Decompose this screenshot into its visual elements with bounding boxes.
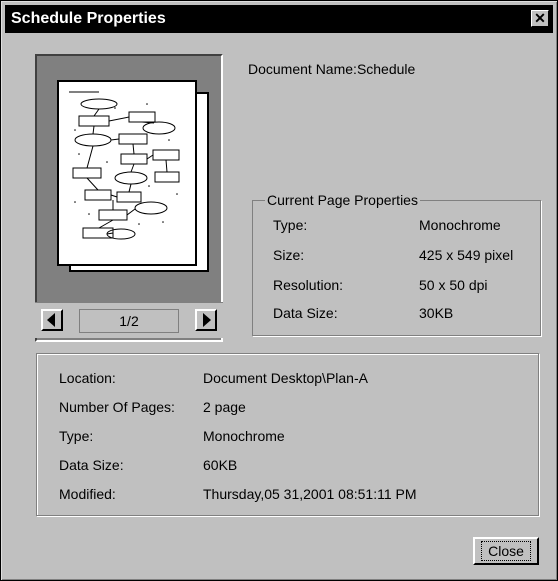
type-value: Monochrome <box>203 428 285 444</box>
number-of-pages-label: Number Of Pages: <box>59 399 175 415</box>
close-button[interactable]: Close <box>473 537 539 565</box>
current-resolution-label: Resolution: <box>273 277 344 293</box>
current-size-label: Size: <box>273 247 305 263</box>
page-indicator: 1/2 <box>79 309 179 333</box>
document-name-label: Document Name: <box>248 61 357 77</box>
triangle-left-icon <box>47 313 55 327</box>
previous-page-button[interactable] <box>41 309 63 331</box>
data-size-label: Data Size: <box>59 457 124 473</box>
close-icon[interactable]: ✕ <box>531 10 549 27</box>
triangle-right-icon <box>203 313 211 327</box>
current-page-properties-legend: Current Page Properties <box>265 192 420 208</box>
close-button-label: Close <box>481 541 531 561</box>
modified-label: Modified: <box>59 486 116 502</box>
current-page-properties-group: Current Page Properties Type: Monochrome… <box>252 192 541 336</box>
current-resolution-value: 50 x 50 dpi <box>419 277 488 293</box>
properties-dialog: Schedule Properties ✕ Document Name:Sche… <box>0 0 558 581</box>
document-name-value: Schedule <box>356 61 416 77</box>
current-data-size-value: 30KB <box>419 305 454 321</box>
title-bar[interactable]: Schedule Properties ✕ <box>5 5 553 33</box>
flowchart-thumbnail-icon <box>69 91 180 240</box>
current-data-size-label: Data Size: <box>273 305 338 321</box>
page-thumbnail[interactable] <box>57 80 197 266</box>
data-size-value: 60KB <box>203 457 238 473</box>
location-value: Document Desktop\Plan-A <box>203 370 368 386</box>
current-type-label: Type: <box>273 217 308 233</box>
modified-value: Thursday,05 31,2001 08:51:11 PM <box>203 486 417 502</box>
page-navigation: 1/2 <box>35 302 223 338</box>
next-page-button[interactable] <box>195 309 217 331</box>
page-preview-panel <box>35 54 223 342</box>
location-label: Location: <box>59 370 116 386</box>
current-size-value: 425 x 549 pixel <box>419 247 514 263</box>
window-title: Schedule Properties <box>11 10 166 27</box>
document-name: Document Name:Schedule <box>248 61 415 77</box>
number-of-pages-value: 2 page <box>203 399 246 415</box>
type-label: Type: <box>59 428 94 444</box>
current-type-value: Monochrome <box>419 217 501 233</box>
document-info-panel: Location: Document Desktop\Plan-A Number… <box>36 353 539 516</box>
